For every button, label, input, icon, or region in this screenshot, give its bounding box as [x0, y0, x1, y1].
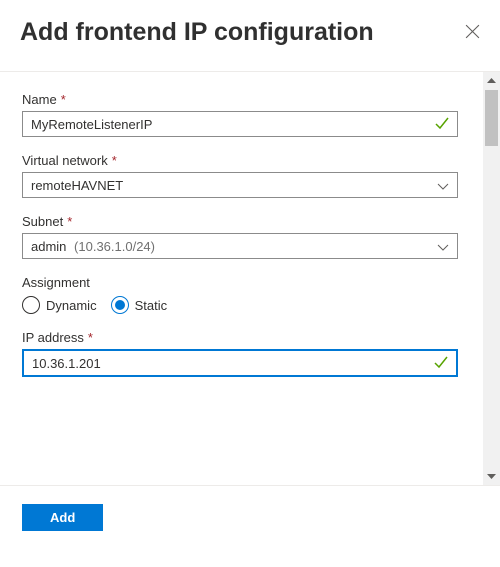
static-radio[interactable]: Static — [111, 296, 168, 314]
assignment-radio-group: Dynamic Static — [22, 296, 476, 314]
ip-field-group: IP address * 10.36.1.201 — [22, 330, 476, 377]
form-content: Name * MyRemoteListenerIP Virtual networ… — [0, 71, 500, 486]
assignment-field-group: Assignment Dynamic Static — [22, 275, 476, 314]
radio-selected-icon — [111, 296, 129, 314]
scroll-down-icon[interactable] — [486, 468, 497, 485]
assignment-label: Assignment — [22, 275, 476, 290]
close-icon[interactable] — [465, 24, 480, 42]
ip-input[interactable]: 10.36.1.201 — [22, 349, 458, 377]
chevron-down-icon — [437, 178, 449, 193]
name-label: Name * — [22, 92, 476, 107]
scrollbar[interactable] — [483, 72, 500, 485]
required-icon: * — [88, 330, 93, 345]
radio-icon — [22, 296, 40, 314]
panel-footer: Add — [0, 486, 500, 549]
vnet-select[interactable]: remoteHAVNET — [22, 172, 458, 198]
required-icon: * — [112, 153, 117, 168]
scrollbar-thumb[interactable] — [485, 90, 498, 146]
panel-title: Add frontend IP configuration — [20, 18, 374, 47]
ip-label: IP address * — [22, 330, 476, 345]
name-field-group: Name * MyRemoteListenerIP — [22, 92, 476, 137]
subnet-select[interactable]: admin (10.36.1.0/24) — [22, 233, 458, 259]
required-icon: * — [67, 214, 72, 229]
required-icon: * — [61, 92, 66, 107]
dynamic-radio[interactable]: Dynamic — [22, 296, 97, 314]
vnet-label: Virtual network * — [22, 153, 476, 168]
name-input[interactable]: MyRemoteListenerIP — [22, 111, 458, 137]
check-icon — [435, 116, 449, 133]
scroll-up-icon[interactable] — [486, 72, 497, 89]
subnet-label: Subnet * — [22, 214, 476, 229]
subnet-field-group: Subnet * admin (10.36.1.0/24) — [22, 214, 476, 259]
chevron-down-icon — [437, 239, 449, 254]
add-button[interactable]: Add — [22, 504, 103, 531]
panel-header: Add frontend IP configuration — [0, 0, 500, 71]
vnet-field-group: Virtual network * remoteHAVNET — [22, 153, 476, 198]
check-icon — [434, 355, 448, 372]
